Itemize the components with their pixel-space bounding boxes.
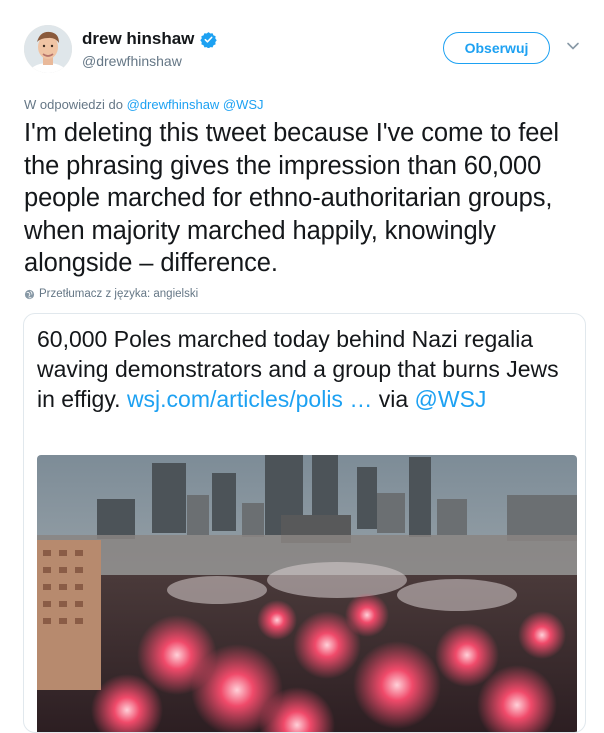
reply-mentions-link[interactable]: @drewfhinshaw @WSJ xyxy=(127,97,264,112)
quoted-via-handle[interactable]: @WSJ xyxy=(415,386,487,412)
translate-label[interactable]: Przetłumacz z języka: angielski xyxy=(39,288,198,300)
verified-icon xyxy=(200,31,218,48)
author-handle[interactable]: @drewfhinshaw xyxy=(82,53,182,69)
quoted-article-link[interactable]: wsj.com/articles/polis xyxy=(127,386,343,412)
globe-icon xyxy=(24,289,35,299)
quoted-photo[interactable] xyxy=(37,455,577,732)
quoted-tweet-text: 60,000 Poles marched today behind Nazi r… xyxy=(37,324,577,414)
chevron-down-icon[interactable] xyxy=(566,41,580,51)
quoted-tweet-card[interactable]: 60,000 Poles marched today behind Nazi r… xyxy=(23,313,586,733)
tweet-text: I'm deleting this tweet because I've com… xyxy=(24,119,559,277)
author-name-row[interactable]: drew hinshaw xyxy=(82,29,218,49)
reply-prefix: W odpowiedzi do xyxy=(24,97,123,112)
avatar-image xyxy=(24,25,72,73)
translate-link[interactable]: Przetłumacz z języka: angielski xyxy=(24,288,198,300)
avatar[interactable] xyxy=(24,25,72,73)
reply-context: W odpowiedzi do @drewfhinshaw @WSJ xyxy=(24,97,264,112)
quoted-link-ellipsis[interactable]: … xyxy=(349,386,372,412)
march-photo xyxy=(37,455,577,732)
follow-button[interactable]: Obserwuj xyxy=(443,32,550,64)
quoted-via: via xyxy=(378,386,409,412)
author-name[interactable]: drew hinshaw xyxy=(82,29,194,49)
